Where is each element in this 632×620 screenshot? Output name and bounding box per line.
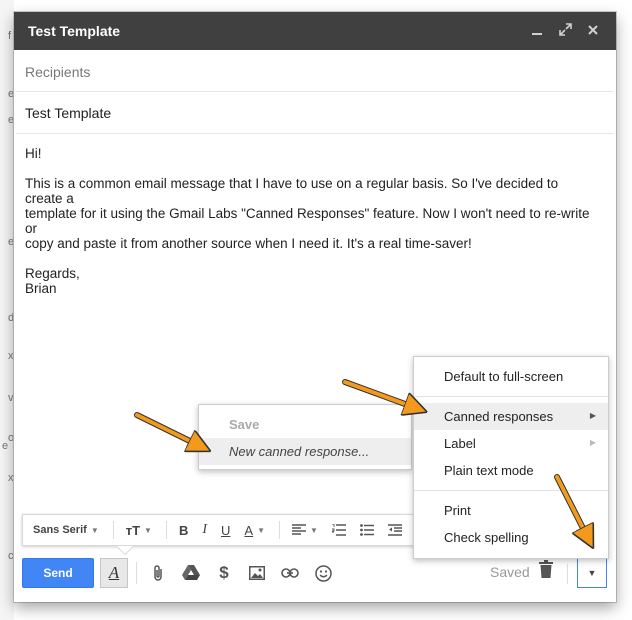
formatting-icon[interactable]: A — [100, 558, 128, 588]
close-icon[interactable] — [582, 23, 604, 40]
italic-icon[interactable]: I — [202, 522, 207, 538]
message-body[interactable]: Hi! This is a common email message that … — [14, 134, 604, 296]
more-options-menu: Default to full-screen Canned responses ▶… — [413, 356, 609, 559]
photo-icon[interactable] — [244, 560, 270, 586]
menu-item-print[interactable]: Print — [414, 497, 608, 524]
body-paragraph-line: template for it using the Gmail Labs "Ca… — [25, 206, 590, 236]
bg-fragment: x — [8, 350, 14, 362]
text-size-icon[interactable]: тT ▼ — [126, 523, 152, 538]
submenu-arrow-icon: ▶ — [589, 438, 596, 447]
bg-fragment: v — [8, 392, 14, 404]
canned-responses-submenu: Save New canned response... — [198, 404, 412, 470]
compose-title-bar[interactable]: Test Template — [14, 12, 616, 50]
menu-item-save[interactable]: Save — [199, 411, 411, 438]
body-greeting: Hi! — [25, 146, 42, 161]
body-closing: Regards, — [25, 266, 80, 281]
menu-item-new-canned-response[interactable]: New canned response... — [199, 438, 411, 465]
menu-item-plain-text-mode[interactable]: Plain text mode — [414, 457, 608, 484]
underline-icon[interactable]: U — [221, 523, 230, 538]
menu-item-label[interactable]: Label ▶ — [414, 430, 608, 457]
numbered-list-icon[interactable] — [331, 524, 346, 536]
text-color-icon[interactable]: A ▼ — [244, 523, 265, 538]
trash-icon[interactable] — [539, 560, 553, 583]
link-icon[interactable] — [277, 560, 303, 586]
bg-fragment: x — [8, 472, 14, 484]
font-select[interactable]: Sans Serif ▼ — [33, 524, 99, 536]
money-icon[interactable]: $ — [211, 560, 237, 586]
emoji-icon[interactable] — [310, 560, 336, 586]
drive-icon[interactable] — [178, 560, 204, 586]
body-paragraph-line: This is a common email message that I ha… — [25, 176, 559, 206]
bulleted-list-icon[interactable] — [360, 524, 374, 536]
compose-title: Test Template — [28, 23, 121, 39]
expand-icon[interactable] — [554, 22, 576, 40]
menu-item-canned-responses[interactable]: Canned responses ▶ — [414, 403, 608, 430]
minimize-icon[interactable] — [526, 23, 548, 40]
bg-fragment: f — [8, 30, 12, 42]
send-button[interactable]: Send — [22, 558, 94, 588]
saved-status: Saved — [490, 564, 530, 580]
align-icon[interactable]: ▼ — [292, 524, 318, 536]
bg-fragment: c — [8, 550, 14, 562]
body-signature: Brian — [25, 281, 57, 296]
indent-less-icon[interactable] — [387, 524, 402, 536]
menu-item-check-spelling[interactable]: Check spelling — [414, 524, 608, 551]
body-paragraph-line: copy and paste it from another source wh… — [25, 236, 472, 251]
recipients-field[interactable]: Recipients — [16, 50, 614, 92]
attach-icon[interactable] — [145, 560, 171, 586]
submenu-arrow-icon: ▶ — [589, 411, 596, 420]
bg-fragment: e — [2, 440, 9, 452]
bold-icon[interactable]: B — [179, 523, 188, 538]
more-options-icon[interactable]: ▼ — [577, 558, 607, 588]
menu-item-default-full-screen[interactable]: Default to full-screen — [414, 363, 608, 390]
background-page-edge: f e e e d x v o e x c — [0, 0, 14, 620]
subject-field[interactable]: Test Template — [16, 92, 614, 134]
